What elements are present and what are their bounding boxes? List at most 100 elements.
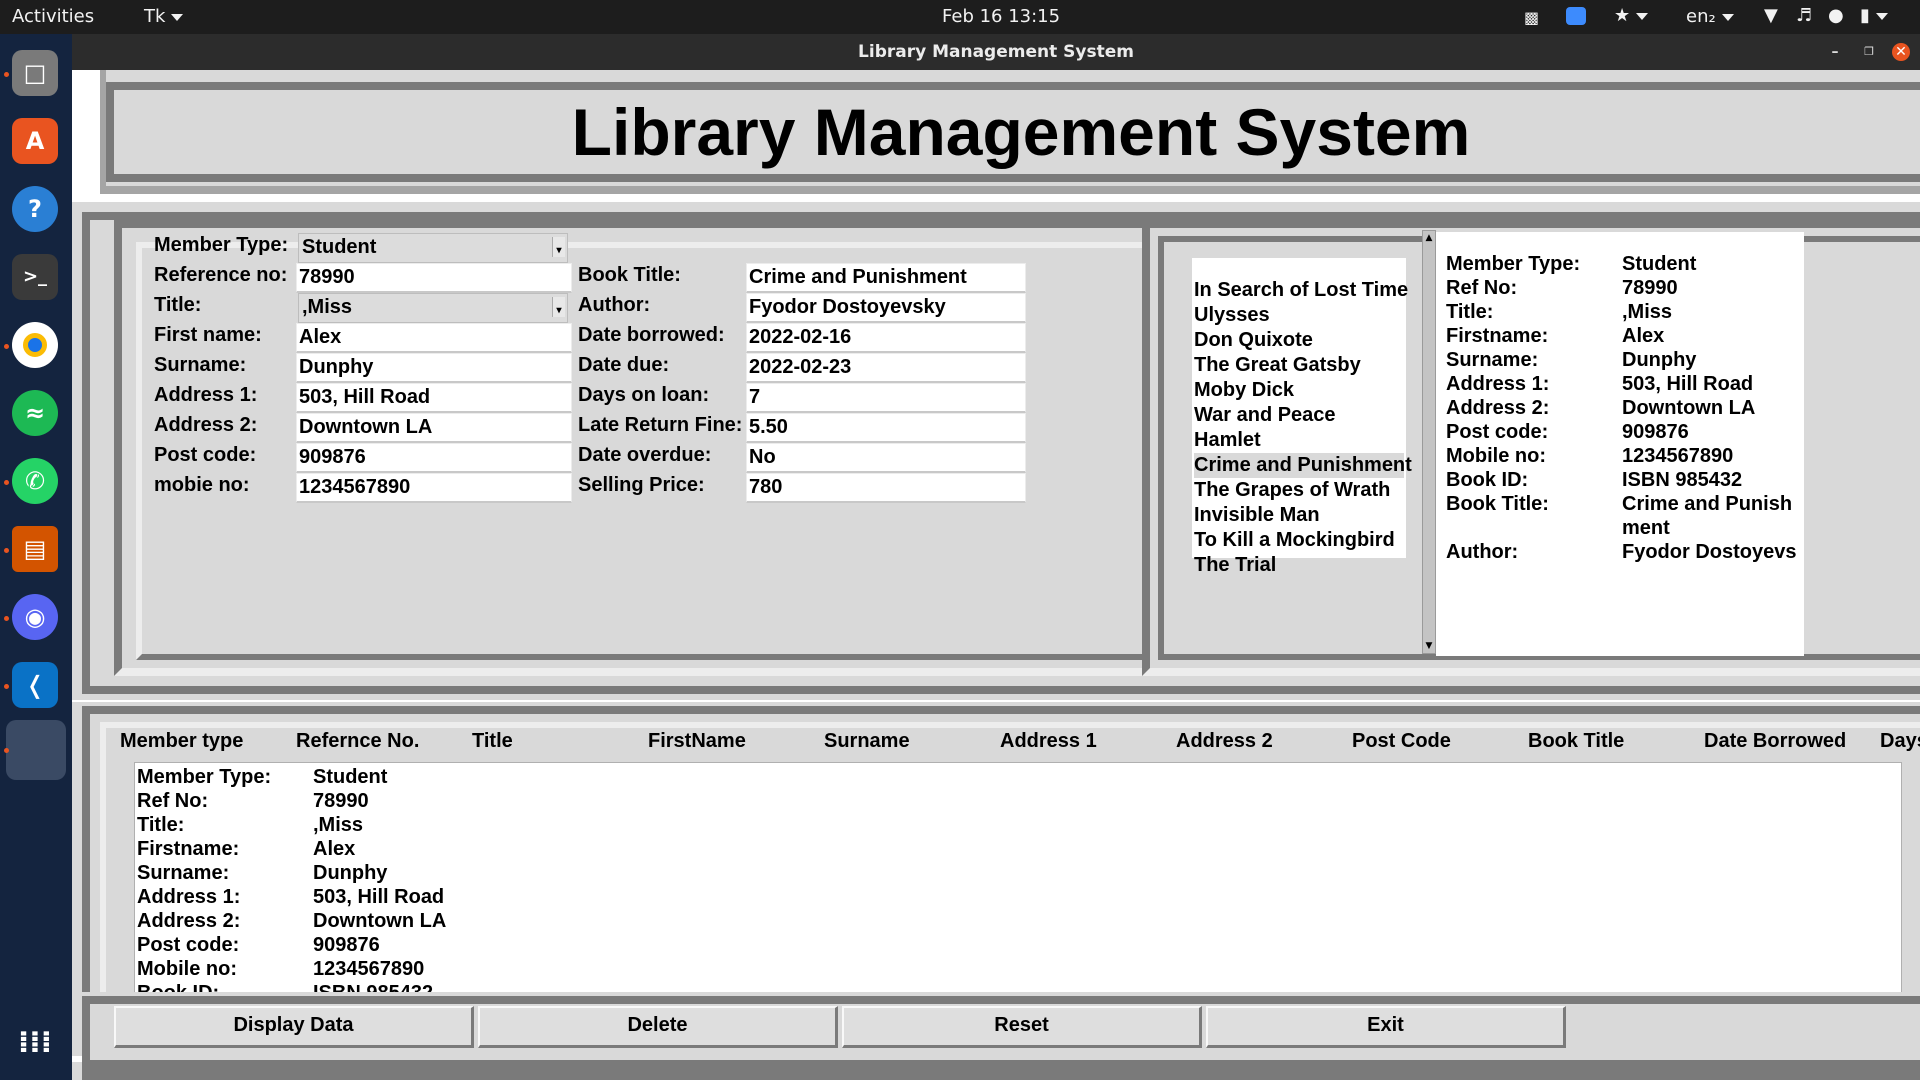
date-due-label: Date due: bbox=[578, 354, 670, 376]
accessibility-icon[interactable]: ★ bbox=[1614, 5, 1649, 26]
system-top-bar: Activities Tk Feb 16 13:15 ▩ ★ en₂ ▼ ♬ ●… bbox=[0, 0, 1920, 34]
member-type-value: Student bbox=[302, 236, 377, 258]
book-list-item[interactable]: Don Quixote bbox=[1194, 328, 1313, 353]
software-icon[interactable]: A bbox=[12, 118, 58, 164]
detail-label: Post code: bbox=[1446, 421, 1549, 443]
vscode-icon[interactable]: ❬ bbox=[12, 662, 58, 708]
member-type-select[interactable]: Student ▾ bbox=[298, 233, 568, 263]
record-value: Alex bbox=[313, 838, 356, 860]
dock: □ A ? >_ ≈ ✆ ▤ ◉ ❬ ⁞⁞⁞ bbox=[0, 34, 72, 1080]
impress-icon[interactable]: ▤ bbox=[12, 526, 58, 572]
record-label: Address 1: bbox=[137, 886, 241, 908]
wifi-icon[interactable]: ▼ bbox=[1764, 5, 1778, 26]
volume-icon[interactable]: ♬ bbox=[1796, 5, 1812, 26]
detail-label: Author: bbox=[1446, 541, 1519, 563]
column-header: Address 2 bbox=[1176, 730, 1273, 752]
whatsapp-icon[interactable]: ✆ bbox=[12, 458, 58, 504]
book-list-item[interactable]: The Great Gatsby bbox=[1194, 353, 1361, 378]
activities-button[interactable]: Activities bbox=[12, 6, 94, 27]
column-header: Days on Loan bbox=[1880, 730, 1920, 752]
show-apps-icon[interactable]: ⁞⁞⁞ bbox=[12, 1020, 58, 1066]
chevron-down-icon bbox=[1721, 13, 1734, 21]
selling-price-input[interactable]: 780 bbox=[746, 473, 1026, 503]
buttons-spacer bbox=[1570, 1004, 1920, 1048]
exit-button[interactable]: Exit bbox=[1206, 1006, 1566, 1048]
display-data-button[interactable]: Display Data bbox=[114, 1006, 474, 1048]
detail-label: Address 1: bbox=[1446, 373, 1550, 395]
detail-value: Student bbox=[1622, 253, 1697, 275]
mobile-input[interactable]: 1234567890 bbox=[296, 473, 572, 503]
book-list-item[interactable]: The Trial bbox=[1194, 553, 1276, 578]
book-list-item[interactable]: Hamlet bbox=[1194, 428, 1261, 453]
record-label: Surname: bbox=[137, 862, 230, 884]
selling-price-label: Selling Price: bbox=[578, 474, 705, 496]
record-value: Downtown LA bbox=[313, 910, 447, 932]
running-indicator bbox=[4, 480, 9, 485]
window-title: Library Management System bbox=[858, 42, 1134, 62]
record-value: Student bbox=[313, 766, 388, 788]
clock[interactable]: Feb 16 13:15 bbox=[942, 6, 1060, 27]
record-value: 909876 bbox=[313, 934, 380, 956]
zoom-icon[interactable] bbox=[1566, 7, 1586, 25]
discord-icon[interactable]: ◉ bbox=[12, 594, 58, 640]
delete-button[interactable]: Delete bbox=[478, 1006, 838, 1048]
minimize-icon[interactable]: – bbox=[1826, 43, 1844, 61]
dropdown-arrow-icon[interactable]: ▾ bbox=[552, 237, 565, 257]
record-value: ,Miss bbox=[313, 814, 364, 836]
column-header: Book Title bbox=[1528, 730, 1625, 752]
book-list-item[interactable]: War and Peace bbox=[1194, 403, 1336, 428]
book-listbox[interactable]: In Search of Lost Time Ulysses Don Quixote… bbox=[1192, 258, 1412, 576]
date-borrowed-input[interactable]: 2022-02-16 bbox=[746, 323, 1026, 353]
battery-icon[interactable]: ▮ bbox=[1860, 5, 1888, 26]
terminal-icon[interactable]: >_ bbox=[12, 254, 58, 300]
first-name-input[interactable]: Alex bbox=[296, 323, 572, 353]
book-list-item[interactable]: Invisible Man bbox=[1194, 503, 1320, 528]
gamepad-icon[interactable]: ▩ bbox=[1524, 8, 1539, 27]
detail-label: Surname: bbox=[1446, 349, 1539, 371]
chrome-icon[interactable] bbox=[12, 322, 58, 368]
mobile-label: mobie no: bbox=[154, 474, 250, 496]
book-list-item[interactable]: Crime and Punishment bbox=[1194, 453, 1412, 478]
author-input[interactable]: Fyodor Dostoyevsky bbox=[746, 293, 1026, 323]
post-code-input[interactable]: 909876 bbox=[296, 443, 572, 473]
detail-value: Fyodor Dostoyevs bbox=[1622, 541, 1797, 563]
spotify-icon[interactable]: ≈ bbox=[12, 390, 58, 436]
book-list-item[interactable]: Ulysses bbox=[1194, 303, 1270, 328]
address1-input[interactable]: 503, Hill Road bbox=[296, 383, 572, 413]
files-icon[interactable]: □ bbox=[12, 50, 58, 96]
language-indicator[interactable]: en₂ bbox=[1686, 6, 1734, 27]
microphone-icon[interactable]: ● bbox=[1828, 5, 1844, 26]
chevron-down-icon bbox=[171, 13, 184, 21]
days-on-loan-input[interactable]: 7 bbox=[746, 383, 1026, 413]
reference-label: Reference no: bbox=[154, 264, 288, 286]
detail-label: Book Title: bbox=[1446, 493, 1549, 515]
surname-input[interactable]: Dunphy bbox=[296, 353, 572, 383]
date-overdue-input[interactable]: No bbox=[746, 443, 1026, 473]
book-title-input[interactable]: Crime and Punishment bbox=[746, 263, 1026, 293]
late-fine-input[interactable]: 5.50 bbox=[746, 413, 1026, 443]
address2-input[interactable]: Downtown LA bbox=[296, 413, 572, 443]
book-list-scrollbar[interactable]: ▲ ▼ bbox=[1422, 230, 1436, 654]
book-list-item[interactable]: Moby Dick bbox=[1194, 378, 1294, 403]
book-list-item[interactable]: The Grapes of Wrath bbox=[1194, 478, 1390, 503]
app-menu[interactable]: Tk bbox=[144, 6, 184, 27]
help-icon[interactable]: ? bbox=[12, 186, 58, 232]
book-list-item[interactable]: To Kill a Mockingbird bbox=[1194, 528, 1395, 553]
tk-window-icon[interactable] bbox=[6, 720, 66, 780]
book-list-item[interactable]: In Search of Lost Time bbox=[1194, 278, 1408, 303]
date-due-input[interactable]: 2022-02-23 bbox=[746, 353, 1026, 383]
first-name-label: First name: bbox=[154, 324, 262, 346]
scroll-up-icon[interactable]: ▲ bbox=[1423, 231, 1435, 245]
detail-label: Title: bbox=[1446, 301, 1494, 323]
title-label: Title: bbox=[154, 294, 202, 316]
close-icon[interactable]: ✕ bbox=[1892, 43, 1910, 61]
dropdown-arrow-icon[interactable]: ▾ bbox=[552, 297, 565, 317]
column-header: FirstName bbox=[648, 730, 746, 752]
scroll-down-icon[interactable]: ▼ bbox=[1423, 639, 1435, 653]
maximize-icon[interactable]: ❐ bbox=[1860, 43, 1878, 61]
detail-value: Crime and Punish bbox=[1622, 493, 1793, 515]
window-title-bar: Library Management System – ❐ ✕ bbox=[72, 34, 1920, 70]
title-select[interactable]: ,Miss ▾ bbox=[298, 293, 568, 323]
reset-button[interactable]: Reset bbox=[842, 1006, 1202, 1048]
reference-input[interactable]: 78990 bbox=[296, 263, 572, 293]
